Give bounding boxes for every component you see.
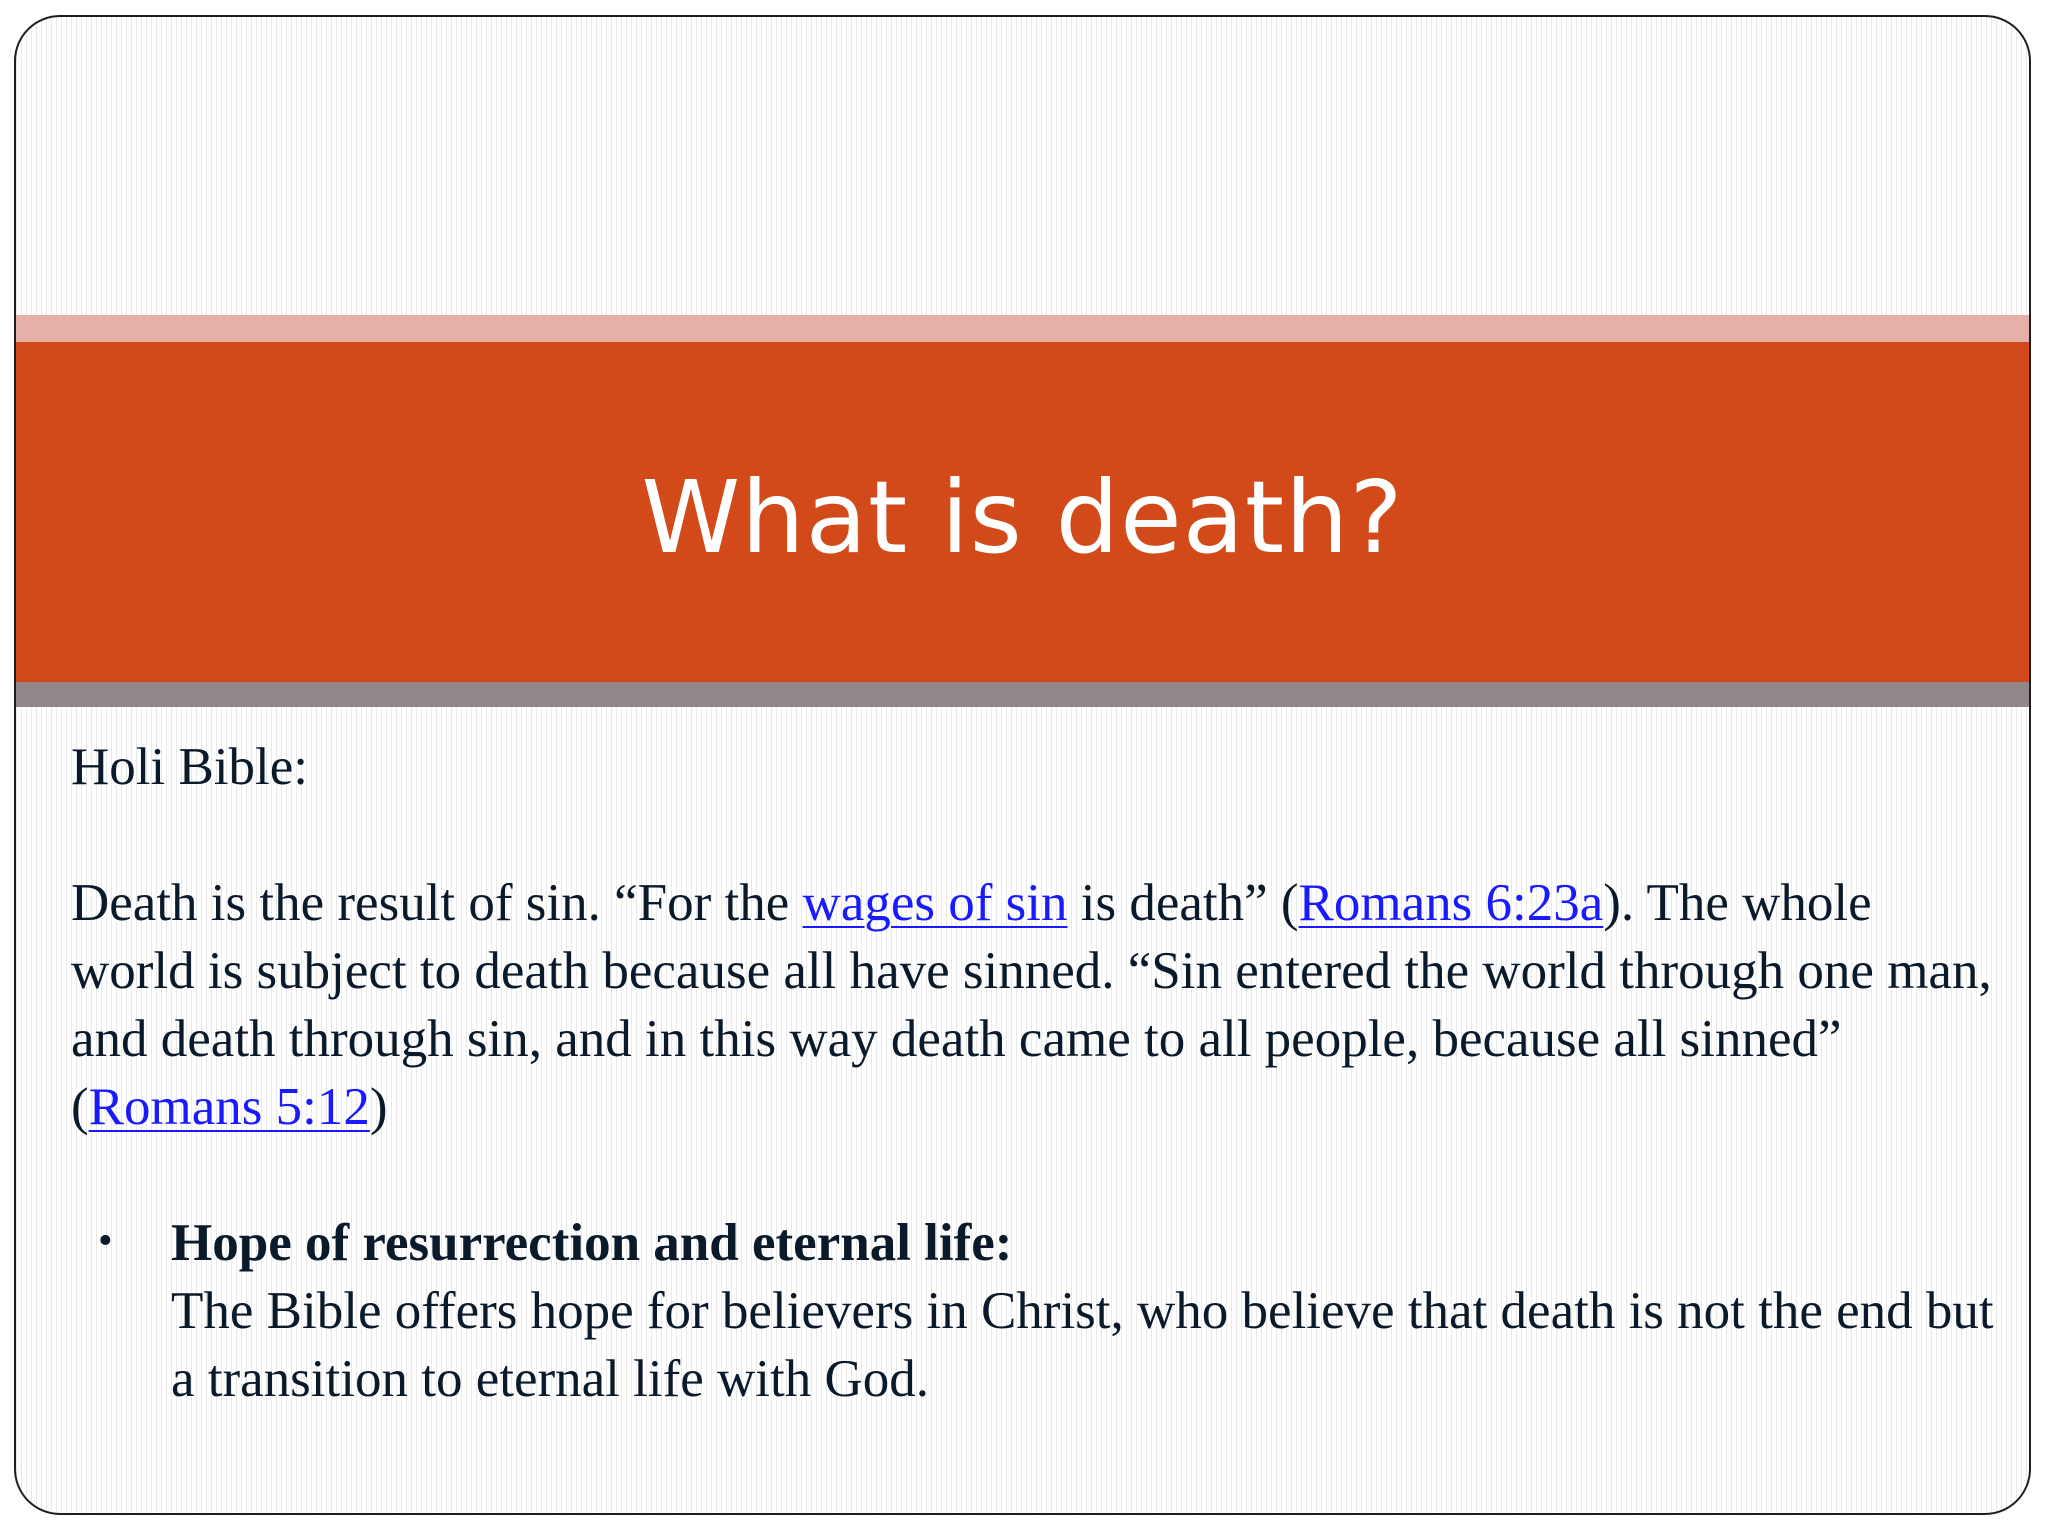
- wages-of-sin-link[interactable]: wages of sin: [803, 874, 1068, 932]
- intro-label: Holi Bible:: [71, 738, 309, 796]
- romans-5-12-link[interactable]: Romans 5:12: [89, 1078, 370, 1136]
- main-paragraph: Death is the result of sin. “For the wag…: [71, 869, 2001, 1141]
- slide-body: Holi Bible: Death is the result of sin. …: [71, 733, 2001, 1413]
- bullet-marker: •: [98, 1218, 113, 1264]
- paragraph-text-1: Death is the result of sin. “For the: [71, 874, 803, 932]
- bullet-item: • Hope of resurrection and eternal life:…: [71, 1209, 2001, 1413]
- paragraph-text-2: is death” (: [1067, 874, 1299, 932]
- slide-title: What is death?: [641, 458, 1404, 576]
- romans-6-23a-link[interactable]: Romans 6:23a: [1299, 874, 1604, 932]
- bullet-heading: Hope of resurrection and eternal life:: [171, 1214, 1013, 1272]
- title-band-bottom-stripe: [16, 682, 2029, 707]
- slide: What is death? Holi Bible: Death is the …: [14, 15, 2031, 1515]
- title-band-top-stripe: [16, 315, 2029, 342]
- paragraph-text-4: ): [369, 1078, 388, 1136]
- title-band: What is death?: [16, 342, 2029, 682]
- bullet-text: The Bible offers hope for believers in C…: [171, 1282, 1994, 1408]
